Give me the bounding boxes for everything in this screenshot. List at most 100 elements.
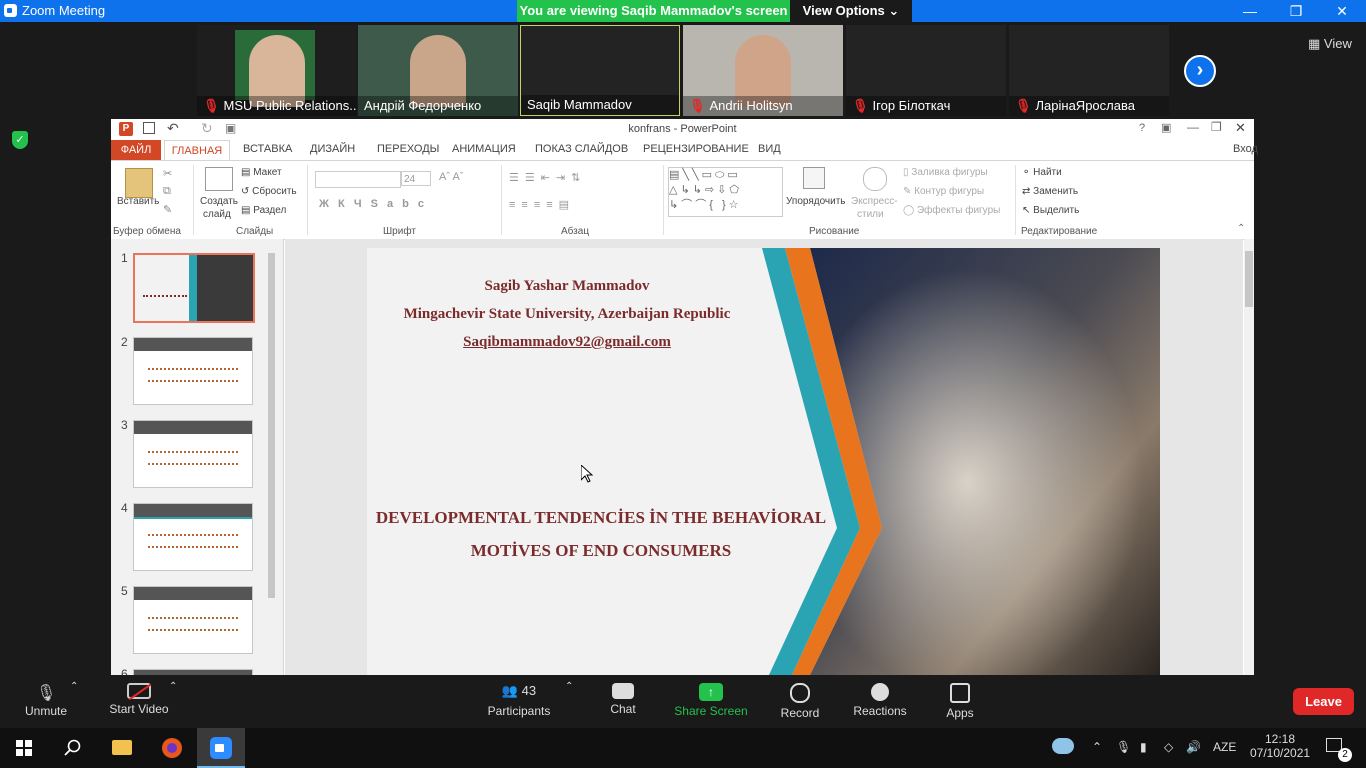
new-slide-label-2[interactable]: слайд — [203, 209, 231, 220]
section-button[interactable]: ▤ Раздел — [241, 205, 286, 216]
slide-affiliation[interactable]: Mingachevir State University, Azerbaijan… — [367, 306, 767, 323]
record-button[interactable]: Record — [778, 683, 822, 720]
search-button[interactable] — [48, 728, 96, 768]
share-screen-button[interactable]: ↑ Share Screen — [673, 683, 749, 718]
participant-tile[interactable]: 🎙 MSU Public Relations... — [197, 25, 357, 116]
minimize-icon[interactable]: — — [1227, 0, 1273, 22]
slide-email-link[interactable]: Saqibmammadov92@gmail.com — [367, 334, 767, 351]
select-label: Выделить — [1033, 205, 1080, 216]
network-icon[interactable]: ◇ — [1164, 740, 1173, 754]
view-button[interactable]: ▦ View — [1308, 36, 1352, 52]
font-size-box[interactable]: 24 — [401, 171, 431, 186]
font-grow-shrink-icon[interactable]: Aˆ Aˇ — [439, 171, 463, 183]
audio-options-caret-icon[interactable]: ⌃ — [70, 681, 78, 692]
slide-title[interactable]: DEVELOPMENTAL TENDENCİES İN THE BEHAVİOR… — [367, 501, 835, 567]
replace-button[interactable]: ⇄ Заменить — [1022, 186, 1078, 197]
weather-icon[interactable] — [1052, 738, 1074, 754]
battery-icon[interactable]: ▮ — [1140, 740, 1147, 754]
new-slide-icon[interactable] — [205, 167, 233, 191]
align-icons[interactable]: ≡≡≡≡▤ — [509, 198, 575, 211]
list-icons[interactable]: ☰☰⇤⇥⇅ — [509, 171, 586, 184]
ribbon-tabs: ФАЙЛ ГЛАВНАЯ ВСТАВКА ДИЗАЙН ПЕРЕХОДЫ АНИ… — [111, 140, 1258, 160]
taskbar-file-explorer[interactable] — [98, 728, 146, 768]
tab-animations[interactable]: АНИМАЦИЯ — [452, 143, 516, 155]
shape-effects-button[interactable]: ◯ Эффекты фигуры — [903, 205, 1000, 216]
show-hidden-icons[interactable]: ⌃ — [1092, 740, 1102, 754]
input-language[interactable]: AZE — [1213, 740, 1236, 754]
taskbar-firefox[interactable] — [148, 728, 196, 768]
microphone-icon[interactable]: 🎙 — [1116, 740, 1131, 754]
new-slide-label-1[interactable]: Создать — [200, 196, 238, 207]
slide-author[interactable]: Sagib Yashar Mammadov — [367, 278, 767, 295]
slide-thumbnail[interactable] — [133, 503, 253, 571]
thumbnails-scrollbar[interactable] — [267, 241, 277, 673]
taskbar-zoom[interactable] — [197, 728, 245, 768]
help-icon[interactable]: ? — [1139, 122, 1145, 134]
reset-button[interactable]: ↺ Сбросить — [241, 186, 297, 197]
restore-icon[interactable]: ❐ — [1273, 0, 1319, 22]
volume-icon[interactable]: 🔊 — [1186, 740, 1201, 754]
reactions-button[interactable]: Reactions — [852, 683, 908, 718]
clock[interactable]: 12:18 07/10/2021 — [1250, 732, 1310, 760]
paste-button[interactable]: Вставить — [117, 196, 159, 207]
security-shield-icon[interactable]: ✓ — [12, 131, 28, 149]
participant-tile-active[interactable]: Saqib Mammadov — [520, 25, 680, 116]
ribbon-options-icon[interactable]: ▣ — [1161, 121, 1171, 134]
chat-button[interactable]: Chat — [603, 683, 643, 716]
layout-button[interactable]: ▤ Макет — [241, 167, 282, 178]
format-painter-icon[interactable]: ✎ — [163, 203, 172, 216]
unmute-button[interactable]: 🎙 Unmute — [22, 683, 70, 718]
share-screen-label: Share Screen — [674, 704, 748, 718]
leave-button[interactable]: Leave — [1293, 688, 1354, 715]
close-icon[interactable]: ✕ — [1319, 0, 1365, 22]
participant-tile[interactable]: Андрій Федорченко — [358, 25, 518, 116]
slide-thumbnail[interactable] — [133, 420, 253, 488]
collapse-ribbon-icon[interactable]: ⌃ — [1237, 223, 1245, 234]
next-page-arrow-icon[interactable]: › — [1184, 55, 1216, 87]
video-options-caret-icon[interactable]: ⌃ — [169, 681, 177, 692]
ppt-close-icon[interactable]: ✕ — [1235, 120, 1246, 136]
participants-button[interactable]: 👥 43 Participants — [484, 683, 554, 718]
tab-view[interactable]: ВИД — [758, 143, 781, 155]
start-video-button[interactable]: Start Video — [105, 683, 173, 716]
slide-thumbnail-selected[interactable] — [133, 253, 255, 323]
sign-in-link[interactable]: Вход — [1233, 143, 1258, 155]
slide-thumbnail[interactable] — [133, 337, 253, 405]
tab-design[interactable]: ДИЗАЙН — [310, 143, 355, 155]
tab-transitions[interactable]: ПЕРЕХОДЫ — [377, 143, 439, 155]
cut-icon[interactable]: ✂ — [163, 167, 172, 180]
tab-review[interactable]: РЕЦЕНЗИРОВАНИЕ — [643, 143, 749, 155]
scrollbar-thumb[interactable] — [1245, 251, 1253, 307]
apps-button[interactable]: Apps — [944, 683, 976, 720]
copy-icon[interactable]: ⧉ — [163, 185, 171, 198]
current-slide[interactable]: Sagib Yashar Mammadov Mingachevir State … — [367, 248, 1160, 675]
shapes-gallery[interactable]: ▤╲╲▭⬭▭ △↳↳⇨⇩⬠ ↳⌒⌒{ }☆ — [668, 167, 783, 217]
font-format-icons[interactable]: ЖКЧSabc — [319, 198, 433, 210]
tab-insert[interactable]: ВСТАВКА — [243, 143, 292, 155]
participant-tile[interactable]: 🎙 Ігор Білоткач — [846, 25, 1006, 116]
participant-tile[interactable]: 🎙 ЛарінаЯрослава — [1009, 25, 1169, 116]
slide-scrollbar[interactable] — [1244, 239, 1254, 675]
shape-fill-button[interactable]: ▯ Заливка фигуры — [903, 167, 988, 178]
start-button[interactable] — [0, 728, 48, 768]
ppt-minimize-icon[interactable]: — — [1187, 120, 1199, 134]
select-button[interactable]: ↖ Выделить — [1022, 205, 1079, 216]
quick-styles-label-1[interactable]: Экспресс- — [851, 196, 898, 207]
participants-caret-icon[interactable]: ⌃ — [565, 681, 573, 692]
paste-icon[interactable] — [125, 168, 153, 198]
arrange-icon[interactable] — [803, 167, 825, 189]
view-options-button[interactable]: View Options ⌄ — [790, 0, 912, 22]
shape-outline-button[interactable]: ✎ Контур фигуры — [903, 186, 984, 197]
participant-tile[interactable]: 🎙 Andrii Holitsyn — [683, 25, 843, 116]
quick-styles-icon[interactable] — [863, 167, 887, 191]
tab-slideshow[interactable]: ПОКАЗ СЛАЙДОВ — [535, 143, 628, 155]
mic-muted-icon: 🎙 — [689, 98, 706, 113]
arrange-label[interactable]: Упорядочить — [786, 196, 846, 207]
quick-styles-label-2[interactable]: стили — [857, 209, 884, 220]
slide-thumbnail[interactable] — [133, 586, 253, 654]
find-button[interactable]: ⚬ Найти — [1022, 167, 1062, 178]
tab-home[interactable]: ГЛАВНАЯ — [164, 140, 230, 160]
font-name-box[interactable] — [315, 171, 401, 188]
ppt-restore-icon[interactable]: ❐ — [1211, 120, 1222, 134]
tab-file[interactable]: ФАЙЛ — [111, 140, 161, 160]
